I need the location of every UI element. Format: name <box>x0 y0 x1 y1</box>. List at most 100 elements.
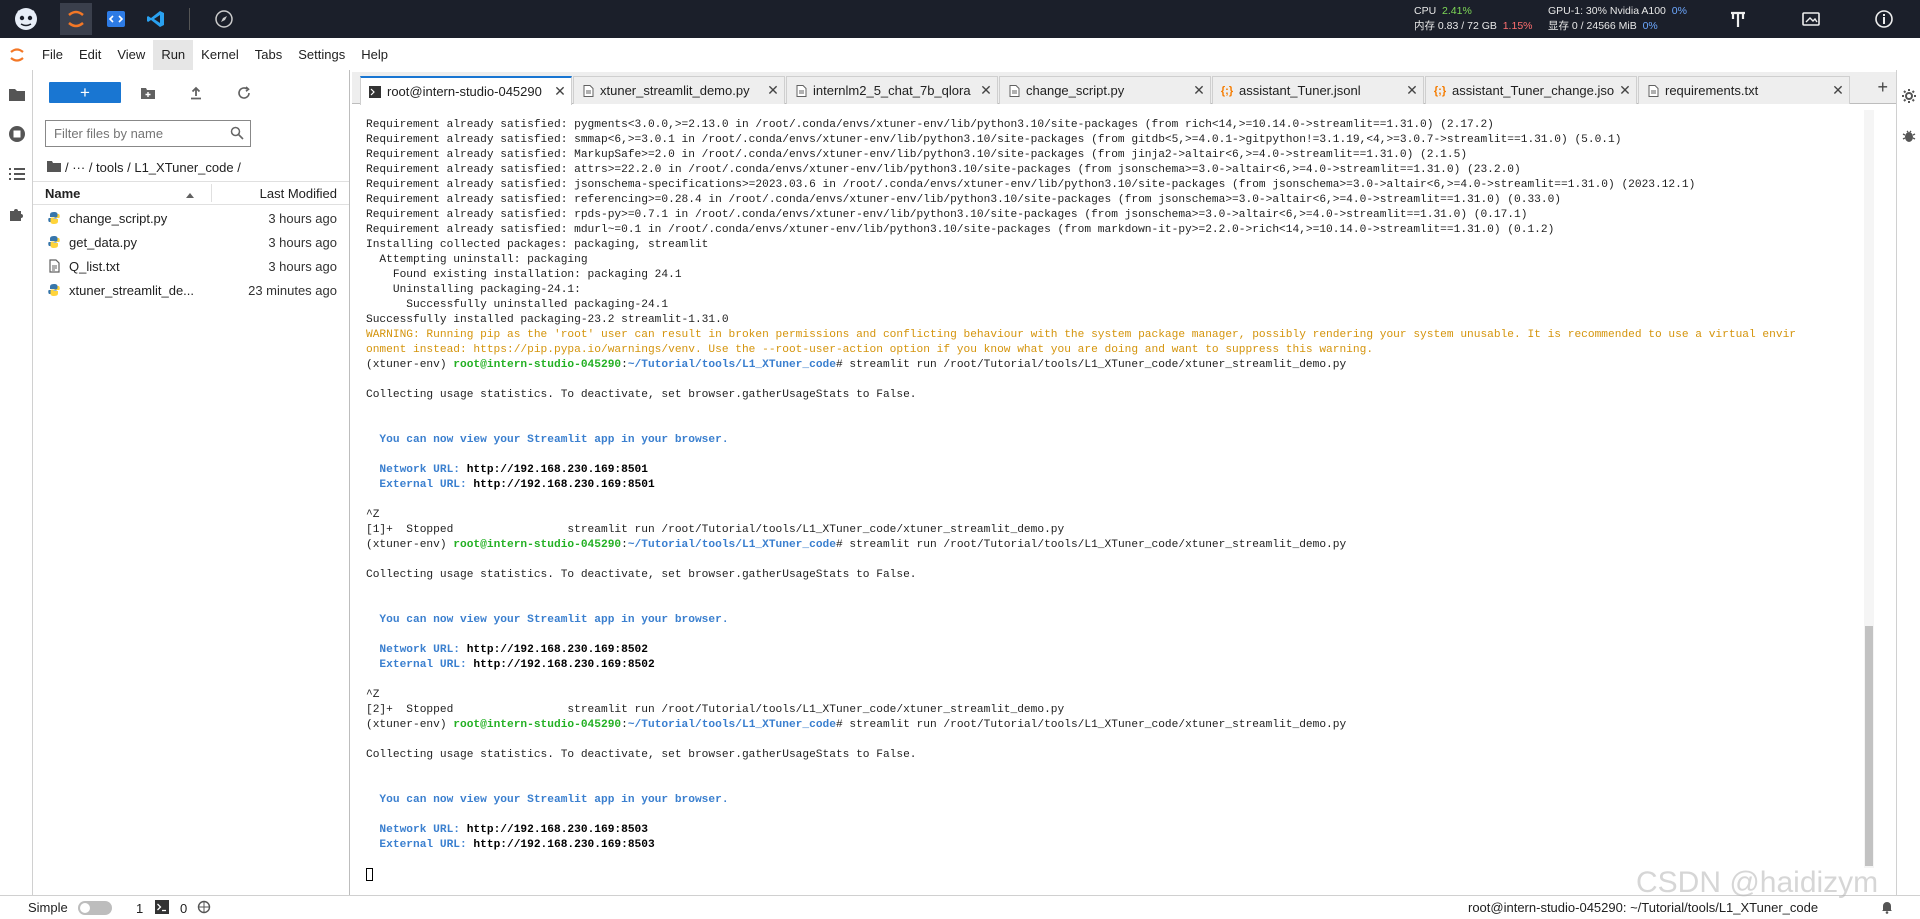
property-inspector-gear-icon[interactable] <box>1897 76 1920 116</box>
prompt-env: (xtuner-env) <box>366 539 454 551</box>
menu-kernel[interactable]: Kernel <box>193 40 247 70</box>
file-row[interactable]: get_data.py 3 hours ago <box>33 230 349 254</box>
file-row[interactable]: Q_list.txt 3 hours ago <box>33 254 349 278</box>
notification-bell-icon[interactable] <box>1880 900 1894 914</box>
menu-view[interactable]: View <box>109 40 153 70</box>
file-filter-input[interactable] <box>46 126 216 141</box>
kernel-status-icon <box>197 900 211 917</box>
code-editor-app-icon[interactable] <box>100 3 132 35</box>
menu-help[interactable]: Help <box>353 40 396 70</box>
column-divider[interactable] <box>211 184 212 202</box>
terminal-panel[interactable]: Requirement already satisfied: pygments<… <box>352 105 1874 895</box>
extensions-icon[interactable] <box>0 194 33 234</box>
terminal-line: WARNING: Running pip as the 'root' user … <box>366 328 1866 343</box>
terminal-text: Collecting usage statistics. To deactiva… <box>366 749 917 761</box>
home-folder-icon[interactable] <box>47 160 61 175</box>
info-icon[interactable] <box>1868 3 1900 35</box>
vram-value: 0% <box>1642 20 1658 32</box>
tab-internlm2-config[interactable]: internlm2_5_chat_7b_qlora ✕ <box>786 76 998 104</box>
column-modified-header[interactable]: Last Modified <box>260 186 337 201</box>
simple-mode-label: Simple <box>28 900 68 915</box>
tab-label: requirements.txt <box>1665 83 1759 98</box>
kernel-count[interactable]: 0 <box>180 900 211 917</box>
column-name-header[interactable]: Name <box>45 186 80 201</box>
tab-requirements[interactable]: requirements.txt ✕ <box>1638 76 1850 104</box>
gpu-value: 0% <box>1671 5 1687 17</box>
terminal-line: Collecting usage statistics. To deactiva… <box>366 568 1866 583</box>
gpu-metrics: GPU-1: 30% Nvidia A100 0% 显存 0 / 24566 M… <box>1548 4 1687 36</box>
terminal-small-icon <box>155 900 170 917</box>
tab-xtuner-streamlit-demo[interactable]: xtuner_streamlit_demo.py ✕ <box>573 76 785 104</box>
network-icon[interactable] <box>1722 3 1754 35</box>
terminal-text: You can now view your Streamlit app in y… <box>366 434 729 446</box>
close-icon[interactable]: ✕ <box>762 82 784 99</box>
terminal-text: ^Z <box>366 689 380 701</box>
terminal-line: Requirement already satisfied: rpds-py>=… <box>366 208 1866 223</box>
tab-assistant-tuner-change-jsonl[interactable]: {;} assistant_Tuner_change.jsonl ✕ <box>1425 76 1637 104</box>
new-launcher-button[interactable]: + <box>49 82 121 103</box>
terminal-count-value: 1 <box>136 901 144 916</box>
prompt-command: # streamlit run /root/Tutorial/tools/L1_… <box>835 719 1347 731</box>
scrollbar-thumb[interactable] <box>1865 626 1873 866</box>
terminal-text: You can now view your Streamlit app in y… <box>366 794 729 806</box>
right-sidebar <box>1896 70 1920 895</box>
vscode-app-icon[interactable] <box>140 3 172 35</box>
terminal-scrollbar[interactable] <box>1864 110 1874 868</box>
tab-change-script[interactable]: change_script.py ✕ <box>999 76 1211 104</box>
close-icon[interactable]: ✕ <box>1614 82 1636 99</box>
close-icon[interactable]: ✕ <box>1827 82 1849 99</box>
menu-run[interactable]: Run <box>153 40 194 70</box>
tab-terminal[interactable]: root@intern-studio-045290 ✕ <box>360 76 572 105</box>
prompt-colon: : <box>621 359 628 371</box>
file-filter-field[interactable] <box>45 120 251 147</box>
python-file-icon <box>47 283 61 297</box>
file-name: change_script.py <box>69 210 168 226</box>
file-modified: 23 minutes ago <box>248 282 337 298</box>
file-list: change_script.py 3 hours ago get_data.py… <box>33 206 349 302</box>
menu-file[interactable]: File <box>34 40 71 70</box>
upload-icon[interactable] <box>185 82 207 104</box>
simple-mode-switch[interactable] <box>77 900 112 915</box>
running-kernels-icon[interactable] <box>0 114 33 154</box>
add-tab-icon[interactable]: + <box>1877 77 1888 98</box>
menu-tabs[interactable]: Tabs <box>247 40 290 70</box>
debugger-bug-icon[interactable] <box>1897 116 1920 156</box>
terminal-line: (xtuner-env) root@intern-studio-045290:~… <box>366 358 1866 373</box>
terminal-line: Uninstalling packaging-24.1: <box>366 283 1866 298</box>
top-bar: CPU 2.41% 内存 0.83 / 72 GB 1.15% GPU-1: 3… <box>0 0 1920 38</box>
terminal-text: WARNING: Running pip as the 'root' user … <box>366 329 1796 341</box>
intern-studio-logo-icon[interactable] <box>10 3 42 35</box>
terminal-text: Requirement already satisfied: mdurl~=0.… <box>366 224 1555 236</box>
table-of-contents-icon[interactable] <box>0 154 33 194</box>
breadcrumb-path[interactable]: / ··· / tools / L1_XTuner_code / <box>65 160 241 175</box>
jupyter-logo-icon <box>0 46 34 64</box>
menu-edit[interactable]: Edit <box>71 40 109 70</box>
jupyter-app-icon[interactable] <box>60 3 92 35</box>
close-icon[interactable]: ✕ <box>975 82 997 99</box>
refresh-icon[interactable] <box>233 82 255 104</box>
new-folder-icon[interactable] <box>137 82 159 104</box>
file-icon <box>1004 84 1024 97</box>
search-icon <box>230 126 244 143</box>
compass-icon[interactable] <box>208 3 240 35</box>
close-icon[interactable]: ✕ <box>549 83 571 100</box>
screenshot-icon[interactable] <box>1795 3 1827 35</box>
tab-assistant-tuner-jsonl[interactable]: {;} assistant_Tuner.jsonl ✕ <box>1212 76 1424 104</box>
folder-icon[interactable] <box>0 74 33 114</box>
simple-mode-toggle[interactable]: Simple <box>28 900 112 915</box>
file-name: Q_list.txt <box>69 258 120 274</box>
breadcrumb[interactable]: / ··· / tools / L1_XTuner_code / <box>47 156 241 178</box>
file-row[interactable]: change_script.py 3 hours ago <box>33 206 349 230</box>
terminal-line: Collecting usage statistics. To deactiva… <box>366 388 1866 403</box>
menu-settings[interactable]: Settings <box>290 40 353 70</box>
sort-caret-up-icon[interactable] <box>185 187 195 202</box>
close-icon[interactable]: ✕ <box>1188 82 1210 99</box>
file-browser-panel: + / ··· / tools / L1_XTuner_code / Name … <box>33 70 350 895</box>
terminal-count[interactable]: 1 <box>136 900 170 917</box>
file-row[interactable]: xtuner_streamlit_de... 23 minutes ago <box>33 278 349 302</box>
close-icon[interactable]: ✕ <box>1401 82 1423 99</box>
